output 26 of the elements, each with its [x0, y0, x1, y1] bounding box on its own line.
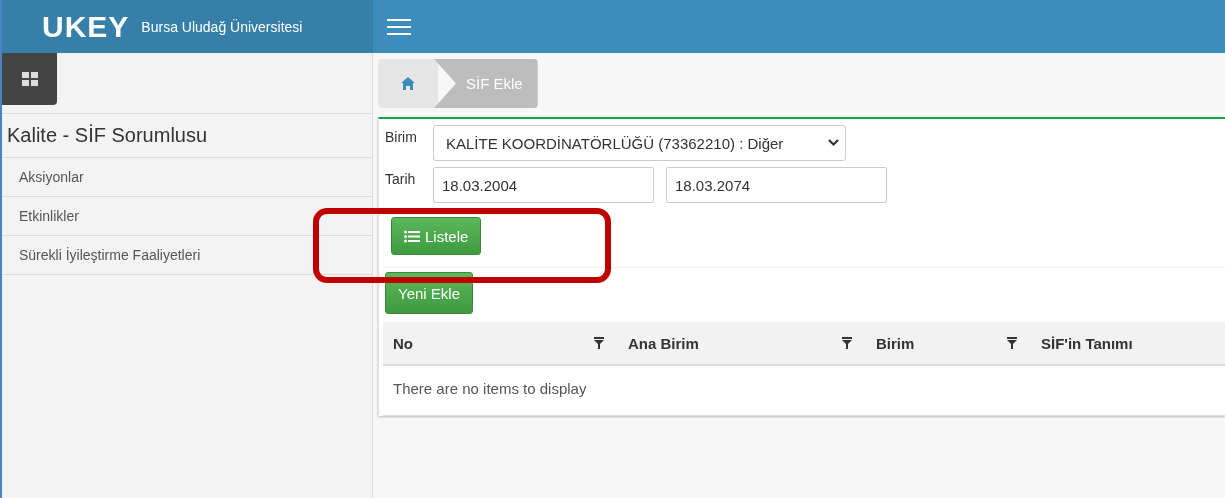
grid-icon — [21, 72, 38, 86]
filter-icon[interactable] — [594, 337, 604, 349]
home-crumb[interactable] — [378, 59, 438, 108]
field-label: Tarih — [385, 170, 417, 187]
column-header: SİF'in Tanımı — [1041, 334, 1133, 352]
university-name: Bursa Uludağ Üniversitesi — [141, 18, 303, 35]
sidebar-item[interactable]: Aksiyonlar — [2, 158, 372, 197]
sidebar-title: Kalite - SİF Sorumlusu — [2, 113, 372, 158]
unit-select[interactable]: KALİTE KOORDİNATÖRLÜĞÜ (73362210) : Diğer — [433, 125, 846, 161]
date-field[interactable]: 18.03.2074 — [666, 167, 887, 203]
date-field[interactable]: 18.03.2004 — [433, 167, 654, 203]
column-header: No — [393, 334, 413, 352]
filter-icon[interactable] — [842, 337, 852, 349]
column-header: Ana Birim — [628, 334, 699, 352]
sidebar-item[interactable]: Etkinlikler — [2, 197, 372, 236]
home-icon — [401, 77, 415, 90]
column-header: Birim — [876, 334, 915, 352]
chevron-down-icon — [828, 139, 839, 147]
filter-icon[interactable] — [1007, 337, 1017, 349]
sidebar-item[interactable]: Sürekli İyileştirme Faaliyetleri — [2, 236, 372, 275]
menu-icon[interactable] — [387, 17, 411, 36]
apps-button[interactable] — [2, 53, 57, 105]
empty-message: There are no items to display — [392, 379, 588, 399]
field-label: Birim — [385, 128, 418, 145]
list-icon — [404, 229, 420, 243]
logo: UKEY — [42, 9, 130, 44]
